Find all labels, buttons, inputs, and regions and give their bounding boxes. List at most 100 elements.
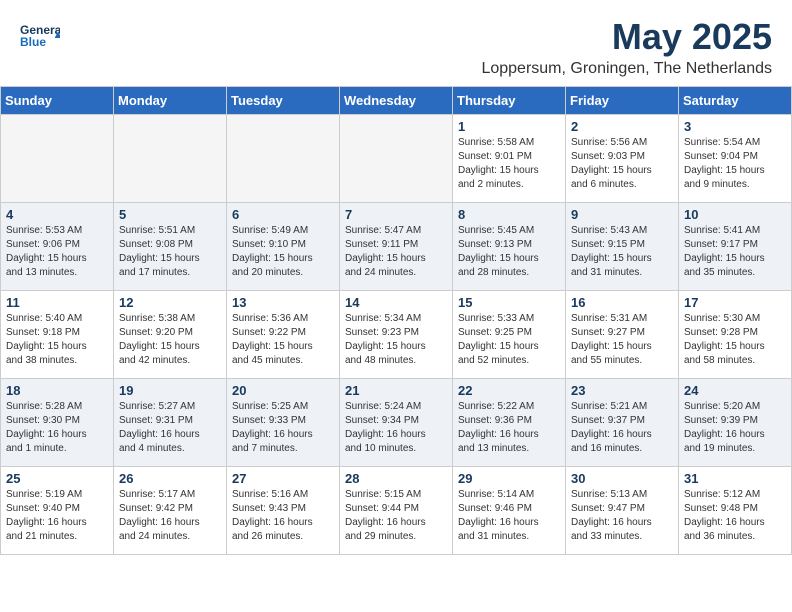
calendar-cell: 19Sunrise: 5:27 AM Sunset: 9:31 PM Dayli… xyxy=(114,379,227,467)
day-number: 31 xyxy=(684,471,786,486)
logo-icon: General Blue xyxy=(20,16,60,56)
day-number: 2 xyxy=(571,119,673,134)
day-number: 21 xyxy=(345,383,447,398)
day-number: 29 xyxy=(458,471,560,486)
day-number: 4 xyxy=(6,207,108,222)
day-number: 11 xyxy=(6,295,108,310)
page-header: General Blue May 2025 Loppersum, Groning… xyxy=(0,0,792,86)
day-info: Sunrise: 5:36 AM Sunset: 9:22 PM Dayligh… xyxy=(232,312,334,368)
day-info: Sunrise: 5:43 AM Sunset: 9:15 PM Dayligh… xyxy=(571,224,673,280)
title-block: May 2025 Loppersum, Groningen, The Nethe… xyxy=(481,16,772,78)
day-of-week-header: Thursday xyxy=(453,87,566,115)
day-info: Sunrise: 5:34 AM Sunset: 9:23 PM Dayligh… xyxy=(345,312,447,368)
day-info: Sunrise: 5:53 AM Sunset: 9:06 PM Dayligh… xyxy=(6,224,108,280)
calendar-cell: 26Sunrise: 5:17 AM Sunset: 9:42 PM Dayli… xyxy=(114,467,227,555)
day-info: Sunrise: 5:13 AM Sunset: 9:47 PM Dayligh… xyxy=(571,488,673,544)
day-info: Sunrise: 5:19 AM Sunset: 9:40 PM Dayligh… xyxy=(6,488,108,544)
calendar-cell: 9 Sunrise: 5:43 AM Sunset: 9:15 PM Daylig… xyxy=(566,203,679,291)
location-title: Loppersum, Groningen, The Netherlands xyxy=(481,60,772,78)
day-of-week-header: Sunday xyxy=(1,87,114,115)
day-number: 9 xyxy=(571,207,673,222)
calendar-cell: 15Sunrise: 5:33 AM Sunset: 9:25 PM Dayli… xyxy=(453,291,566,379)
day-info: Sunrise: 5:16 AM Sunset: 9:43 PM Dayligh… xyxy=(232,488,334,544)
day-info: Sunrise: 5:47 AM Sunset: 9:11 PM Dayligh… xyxy=(345,224,447,280)
calendar-week-row: 18Sunrise: 5:28 AM Sunset: 9:30 PM Dayli… xyxy=(1,379,792,467)
day-number: 24 xyxy=(684,383,786,398)
calendar-week-row: 1Sunrise: 5:58 AM Sunset: 9:01 PM Daylig… xyxy=(1,115,792,203)
calendar-cell xyxy=(1,115,114,203)
day-of-week-header: Monday xyxy=(114,87,227,115)
svg-text:Blue: Blue xyxy=(20,35,46,49)
calendar-cell: 28 Sunrise: 5:15 AM Sunset: 9:44 PM Dayli… xyxy=(340,467,453,555)
day-number: 19 xyxy=(119,383,221,398)
calendar-cell: 13 Sunrise: 5:36 AM Sunset: 9:22 PM Dayli… xyxy=(227,291,340,379)
day-number: 25 xyxy=(6,471,108,486)
calendar-cell: 14Sunrise: 5:34 AM Sunset: 9:23 PM Dayli… xyxy=(340,291,453,379)
calendar-cell: 5 Sunrise: 5:51 AM Sunset: 9:08 PM Daylig… xyxy=(114,203,227,291)
day-number: 3 xyxy=(684,119,786,134)
calendar-cell: 29 Sunrise: 5:14 AM Sunset: 9:46 PM Dayli… xyxy=(453,467,566,555)
calendar-cell: 22Sunrise: 5:22 AM Sunset: 9:36 PM Dayli… xyxy=(453,379,566,467)
calendar-cell: 30 Sunrise: 5:13 AM Sunset: 9:47 PM Dayli… xyxy=(566,467,679,555)
calendar-cell: 1Sunrise: 5:58 AM Sunset: 9:01 PM Daylig… xyxy=(453,115,566,203)
day-of-week-header: Saturday xyxy=(679,87,792,115)
day-info: Sunrise: 5:41 AM Sunset: 9:17 PM Dayligh… xyxy=(684,224,786,280)
day-number: 13 xyxy=(232,295,334,310)
calendar-cell: 6Sunrise: 5:49 AM Sunset: 9:10 PM Daylig… xyxy=(227,203,340,291)
day-number: 8 xyxy=(458,207,560,222)
day-info: Sunrise: 5:54 AM Sunset: 9:04 PM Dayligh… xyxy=(684,136,786,192)
calendar-cell: 17 Sunrise: 5:30 AM Sunset: 9:28 PM Dayli… xyxy=(679,291,792,379)
calendar-cell: 11Sunrise: 5:40 AM Sunset: 9:18 PM Dayli… xyxy=(1,291,114,379)
month-title: May 2025 xyxy=(481,16,772,58)
calendar-cell: 16 Sunrise: 5:31 AM Sunset: 9:27 PM Dayli… xyxy=(566,291,679,379)
day-info: Sunrise: 5:21 AM Sunset: 9:37 PM Dayligh… xyxy=(571,400,673,456)
day-number: 23 xyxy=(571,383,673,398)
calendar-cell: 27 Sunrise: 5:16 AM Sunset: 9:43 PM Dayli… xyxy=(227,467,340,555)
day-of-week-header: Wednesday xyxy=(340,87,453,115)
day-info: Sunrise: 5:20 AM Sunset: 9:39 PM Dayligh… xyxy=(684,400,786,456)
day-of-week-header: Friday xyxy=(566,87,679,115)
day-number: 10 xyxy=(684,207,786,222)
calendar-cell: 4 Sunrise: 5:53 AM Sunset: 9:06 PM Daylig… xyxy=(1,203,114,291)
calendar-cell: 7 Sunrise: 5:47 AM Sunset: 9:11 PM Daylig… xyxy=(340,203,453,291)
day-number: 22 xyxy=(458,383,560,398)
logo: General Blue xyxy=(20,16,64,56)
day-info: Sunrise: 5:56 AM Sunset: 9:03 PM Dayligh… xyxy=(571,136,673,192)
day-number: 17 xyxy=(684,295,786,310)
day-number: 1 xyxy=(458,119,560,134)
day-number: 28 xyxy=(345,471,447,486)
day-number: 18 xyxy=(6,383,108,398)
calendar-cell: 2 Sunrise: 5:56 AM Sunset: 9:03 PM Daylig… xyxy=(566,115,679,203)
calendar-table: SundayMondayTuesdayWednesdayThursdayFrid… xyxy=(0,86,792,555)
calendar-cell: 23 Sunrise: 5:21 AM Sunset: 9:37 PM Dayli… xyxy=(566,379,679,467)
day-number: 5 xyxy=(119,207,221,222)
calendar-cell xyxy=(227,115,340,203)
calendar-cell: 24 Sunrise: 5:20 AM Sunset: 9:39 PM Dayli… xyxy=(679,379,792,467)
calendar-week-row: 25 Sunrise: 5:19 AM Sunset: 9:40 PM Dayli… xyxy=(1,467,792,555)
calendar-week-row: 4 Sunrise: 5:53 AM Sunset: 9:06 PM Daylig… xyxy=(1,203,792,291)
day-info: Sunrise: 5:51 AM Sunset: 9:08 PM Dayligh… xyxy=(119,224,221,280)
calendar-week-row: 11Sunrise: 5:40 AM Sunset: 9:18 PM Dayli… xyxy=(1,291,792,379)
day-info: Sunrise: 5:14 AM Sunset: 9:46 PM Dayligh… xyxy=(458,488,560,544)
calendar-cell: 20Sunrise: 5:25 AM Sunset: 9:33 PM Dayli… xyxy=(227,379,340,467)
calendar-cell: 3 Sunrise: 5:54 AM Sunset: 9:04 PM Daylig… xyxy=(679,115,792,203)
day-info: Sunrise: 5:12 AM Sunset: 9:48 PM Dayligh… xyxy=(684,488,786,544)
calendar-header-row: SundayMondayTuesdayWednesdayThursdayFrid… xyxy=(1,87,792,115)
day-number: 16 xyxy=(571,295,673,310)
day-info: Sunrise: 5:24 AM Sunset: 9:34 PM Dayligh… xyxy=(345,400,447,456)
day-info: Sunrise: 5:15 AM Sunset: 9:44 PM Dayligh… xyxy=(345,488,447,544)
day-info: Sunrise: 5:31 AM Sunset: 9:27 PM Dayligh… xyxy=(571,312,673,368)
day-number: 27 xyxy=(232,471,334,486)
calendar-cell xyxy=(340,115,453,203)
day-of-week-header: Tuesday xyxy=(227,87,340,115)
day-number: 30 xyxy=(571,471,673,486)
calendar-cell: 31 Sunrise: 5:12 AM Sunset: 9:48 PM Dayli… xyxy=(679,467,792,555)
day-number: 12 xyxy=(119,295,221,310)
calendar-cell: 8 Sunrise: 5:45 AM Sunset: 9:13 PM Daylig… xyxy=(453,203,566,291)
day-info: Sunrise: 5:30 AM Sunset: 9:28 PM Dayligh… xyxy=(684,312,786,368)
day-number: 7 xyxy=(345,207,447,222)
day-info: Sunrise: 5:45 AM Sunset: 9:13 PM Dayligh… xyxy=(458,224,560,280)
day-info: Sunrise: 5:38 AM Sunset: 9:20 PM Dayligh… xyxy=(119,312,221,368)
calendar-cell: 12 Sunrise: 5:38 AM Sunset: 9:20 PM Dayli… xyxy=(114,291,227,379)
calendar-cell xyxy=(114,115,227,203)
